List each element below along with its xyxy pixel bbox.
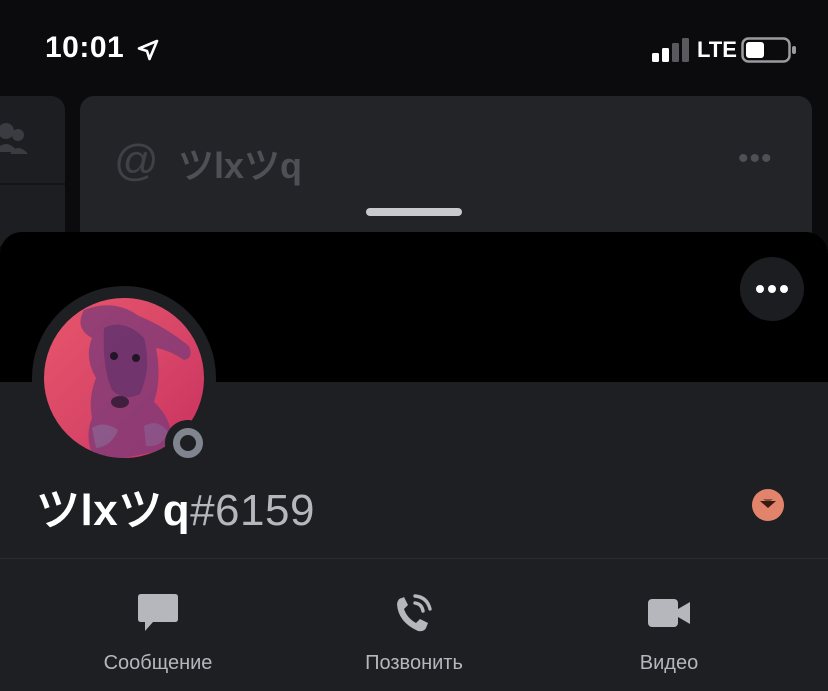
profile-more-button[interactable]	[740, 257, 804, 321]
friends-icon	[0, 123, 28, 154]
ellipsis-icon: •••	[738, 142, 773, 175]
call-action[interactable]: Позвонить	[304, 590, 524, 680]
background-divider	[0, 183, 65, 185]
profile-sheet: ツlxツq#6159 Сообщение Позвонить Видео	[0, 232, 828, 691]
battery-icon	[741, 37, 796, 63]
message-action-label: Сообщение	[103, 652, 213, 674]
video-action[interactable]: Видео	[559, 590, 779, 680]
username: ツlxツq	[36, 486, 191, 535]
ellipsis-icon	[756, 285, 788, 293]
at-sign-icon: @	[114, 136, 159, 185]
video-action-label: Видео	[639, 652, 699, 674]
chat-bubble-icon	[135, 590, 181, 636]
video-camera-icon	[646, 590, 692, 636]
status-bar-network: LTE	[697, 37, 737, 62]
chevron-down-icon	[760, 499, 776, 508]
chevron-down-badge-icon[interactable]	[752, 489, 784, 521]
profile-name: ツlxツq#6159	[36, 474, 315, 538]
signal-bars-icon	[652, 38, 689, 62]
phone-call-icon	[391, 590, 437, 636]
message-action[interactable]: Сообщение	[48, 590, 268, 680]
sheet-divider	[0, 558, 828, 559]
offline-status-icon	[173, 428, 203, 458]
sheet-drag-handle[interactable]	[366, 208, 462, 216]
discriminator: #6159	[190, 486, 315, 535]
status-bar-time: 10:01	[45, 31, 125, 64]
call-action-label: Позвонить	[365, 652, 463, 674]
status-bar: 10:01 LTE	[0, 0, 828, 96]
background-channel-name: ツlxツq	[178, 145, 303, 186]
status-indicator	[165, 420, 211, 466]
location-arrow-icon	[137, 39, 159, 61]
background-side-panel	[0, 96, 65, 246]
